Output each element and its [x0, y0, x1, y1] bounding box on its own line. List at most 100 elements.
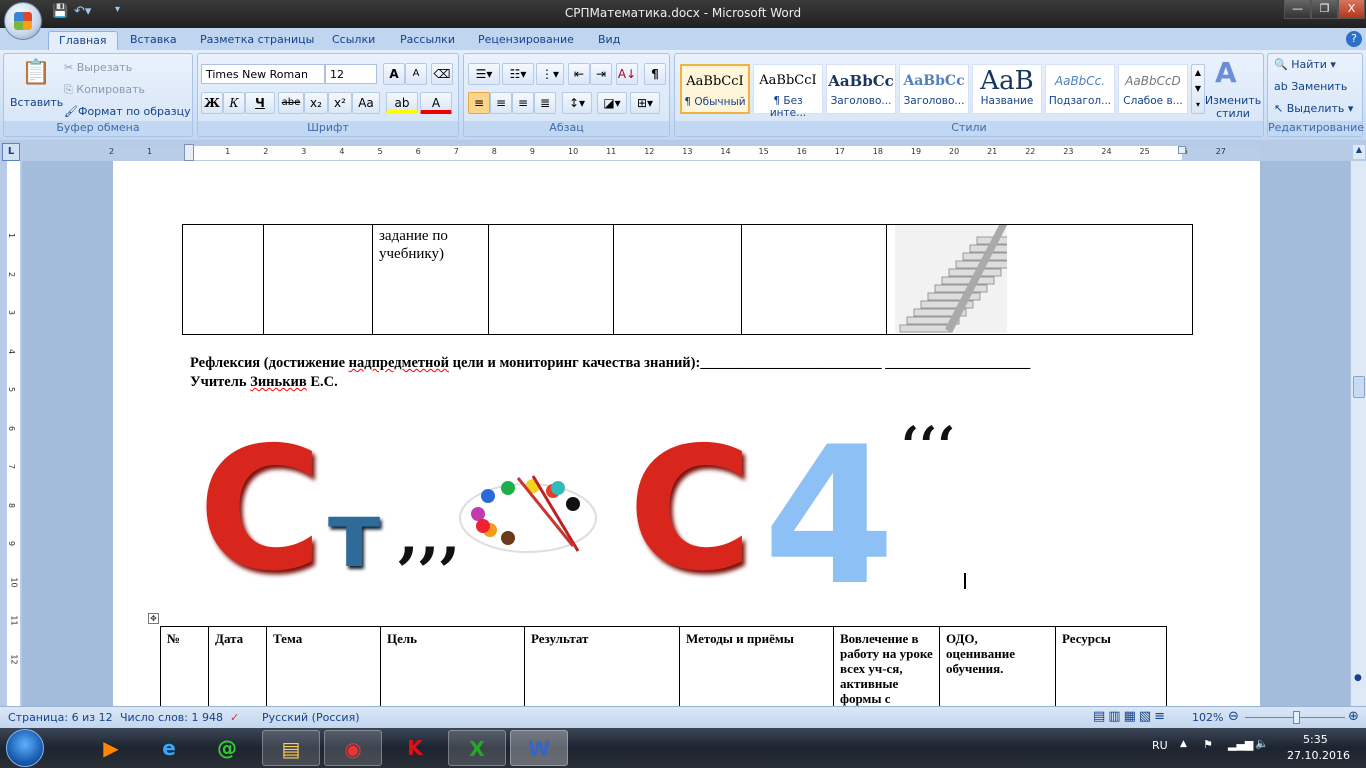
format-painter-button[interactable]: 🖌Формат по образцу: [64, 105, 191, 118]
find-button[interactable]: 🔍 Найти ▾: [1274, 58, 1336, 71]
borders-button[interactable]: ⊞▾: [630, 92, 660, 114]
right-indent-marker[interactable]: [1178, 146, 1186, 154]
tab-references[interactable]: Ссылки: [322, 31, 385, 50]
align-left-button[interactable]: ≡: [468, 92, 490, 114]
clear-formatting-button[interactable]: ⌫: [431, 63, 453, 85]
change-styles-icon[interactable]: A: [1215, 56, 1237, 89]
table-header-cell[interactable]: Результат: [524, 626, 680, 706]
clock-date[interactable]: 27.10.2016: [1287, 749, 1350, 762]
taskbar-media-player[interactable]: ▶: [82, 730, 140, 766]
shrink-font-button[interactable]: A: [405, 63, 427, 85]
view-buttons[interactable]: ▤▥▦▧≡: [1093, 709, 1168, 724]
decrease-indent-button[interactable]: ⇤: [568, 63, 590, 85]
subscript-button[interactable]: x₂: [304, 92, 328, 114]
table-header-cell[interactable]: Методы и приёмы: [679, 626, 834, 706]
horizontal-ruler[interactable]: L 2 1 1 2 3 4 5 6 7 8 9 10 11 12 13 14 15 16 17 18 19 20 21 22 2…: [0, 140, 1366, 161]
save-icon[interactable]: 💾: [52, 4, 68, 22]
grow-font-button[interactable]: A: [383, 63, 405, 85]
volume-icon[interactable]: 🔈: [1255, 737, 1269, 750]
font-size-combo[interactable]: 12: [325, 64, 377, 84]
italic-button[interactable]: К: [223, 92, 245, 114]
taskbar-internet-explorer[interactable]: e: [140, 730, 198, 766]
tab-review[interactable]: Рецензирование: [468, 31, 584, 50]
zoom-out-button[interactable]: ⊖: [1228, 709, 1239, 724]
table-header-cell[interactable]: Ресурсы: [1055, 626, 1167, 706]
help-icon[interactable]: ?: [1346, 31, 1362, 47]
table-cell[interactable]: задание по учебнику): [372, 224, 489, 335]
browse-object-icon[interactable]: ●: [1354, 673, 1362, 683]
font-name-combo[interactable]: Times New Roman: [201, 64, 325, 84]
clock-time[interactable]: 5:35: [1303, 733, 1328, 746]
style-normal[interactable]: AaBbCcI ¶ Обычный: [680, 64, 750, 114]
undo-icon[interactable]: ↶▾: [74, 4, 91, 22]
taskbar-word[interactable]: W: [510, 730, 568, 766]
tab-mailings[interactable]: Рассылки: [390, 31, 465, 50]
paste-button[interactable]: Вставить: [10, 96, 63, 109]
network-icon[interactable]: ▂▄▆: [1228, 738, 1253, 751]
numbering-button[interactable]: ☷▾: [502, 63, 534, 85]
style-subtitle[interactable]: AaBbCc. Подзагол...: [1045, 64, 1115, 114]
table-move-handle-icon[interactable]: ✥: [148, 613, 159, 624]
page-count[interactable]: Страница: 6 из 12: [8, 711, 113, 724]
replace-button[interactable]: ab Заменить: [1274, 80, 1347, 93]
office-button[interactable]: [4, 2, 42, 40]
shading-button[interactable]: ◪▾: [597, 92, 627, 114]
table-cell[interactable]: [488, 224, 614, 335]
cut-button[interactable]: ✂ Вырезать: [64, 61, 132, 74]
font-color-button[interactable]: A: [420, 92, 452, 114]
change-case-button[interactable]: Aa: [352, 92, 380, 114]
table-header-cell[interactable]: ОДО, оценивание обучения.: [939, 626, 1056, 706]
tray-expand-icon[interactable]: ▲: [1180, 739, 1187, 749]
tab-insert[interactable]: Вставка: [120, 31, 187, 50]
minimize-button[interactable]: —: [1284, 0, 1311, 19]
table-header-cell[interactable]: Вовлечение в работу на уроке всех уч-ся,…: [833, 626, 940, 706]
table-header-cell[interactable]: Тема: [266, 626, 381, 706]
line-spacing-button[interactable]: ↕▾: [562, 92, 592, 114]
table-header-cell[interactable]: Цель: [380, 626, 525, 706]
indent-marker[interactable]: [184, 144, 194, 161]
close-button[interactable]: X: [1338, 0, 1365, 19]
zoom-slider-thumb[interactable]: [1293, 711, 1301, 724]
table-cell[interactable]: [613, 224, 742, 335]
taskbar-chrome[interactable]: ◉: [324, 730, 382, 766]
justify-button[interactable]: ≣: [534, 92, 556, 114]
paste-icon[interactable]: 📋: [21, 58, 51, 86]
language[interactable]: Русский (Россия): [262, 711, 360, 724]
tab-selector-button[interactable]: L: [2, 143, 20, 161]
document-page[interactable]: задание по учебнику) Рефлексия (достижени…: [113, 161, 1260, 706]
taskbar-mail-agent[interactable]: @: [198, 730, 256, 766]
scroll-up-button[interactable]: ▲: [1353, 145, 1365, 159]
change-styles-button[interactable]: Изменить стили: [1203, 94, 1263, 120]
bold-button[interactable]: Ж: [201, 92, 223, 114]
tab-view[interactable]: Вид: [588, 31, 630, 50]
increase-indent-button[interactable]: ⇥: [590, 63, 612, 85]
table-cell[interactable]: [741, 224, 887, 335]
taskbar-explorer[interactable]: ▤: [262, 730, 320, 766]
style-heading1[interactable]: AaBbCc Заголово...: [826, 64, 896, 114]
restore-button[interactable]: ❐: [1311, 0, 1338, 19]
show-formatting-button[interactable]: ¶: [644, 63, 666, 85]
table-cell[interactable]: [886, 224, 1193, 335]
style-heading2[interactable]: AaBbCc Заголово...: [899, 64, 969, 114]
align-center-button[interactable]: ≡: [490, 92, 512, 114]
table-header-cell[interactable]: №: [160, 626, 209, 706]
taskbar-kaspersky[interactable]: K: [386, 730, 444, 766]
scroll-thumb[interactable]: [1353, 376, 1365, 398]
style-no-spacing[interactable]: AaBbCcI ¶ Без инте...: [753, 64, 823, 119]
underline-button[interactable]: Ч: [245, 92, 275, 114]
vertical-ruler[interactable]: 1 2 3 4 5 6 7 8 9 10 11 12: [0, 161, 22, 706]
highlight-button[interactable]: ab: [386, 92, 418, 114]
style-title[interactable]: AaB Название: [972, 64, 1042, 114]
customize-qat-icon[interactable]: ▾: [115, 4, 120, 22]
taskbar-excel[interactable]: X: [448, 730, 506, 766]
input-language[interactable]: RU: [1152, 739, 1168, 752]
strikethrough-button[interactable]: abe: [278, 92, 304, 114]
table-cell[interactable]: [263, 224, 373, 335]
vertical-scrollbar[interactable]: ▲ ●: [1350, 145, 1366, 706]
table-header-cell[interactable]: Дата: [208, 626, 267, 706]
zoom-level[interactable]: 102%: [1192, 711, 1223, 724]
tab-page-layout[interactable]: Разметка страницы: [190, 31, 324, 50]
tab-home[interactable]: Главная: [48, 31, 118, 50]
superscript-button[interactable]: x²: [328, 92, 352, 114]
select-button[interactable]: ↖ Выделить ▾: [1274, 102, 1353, 115]
